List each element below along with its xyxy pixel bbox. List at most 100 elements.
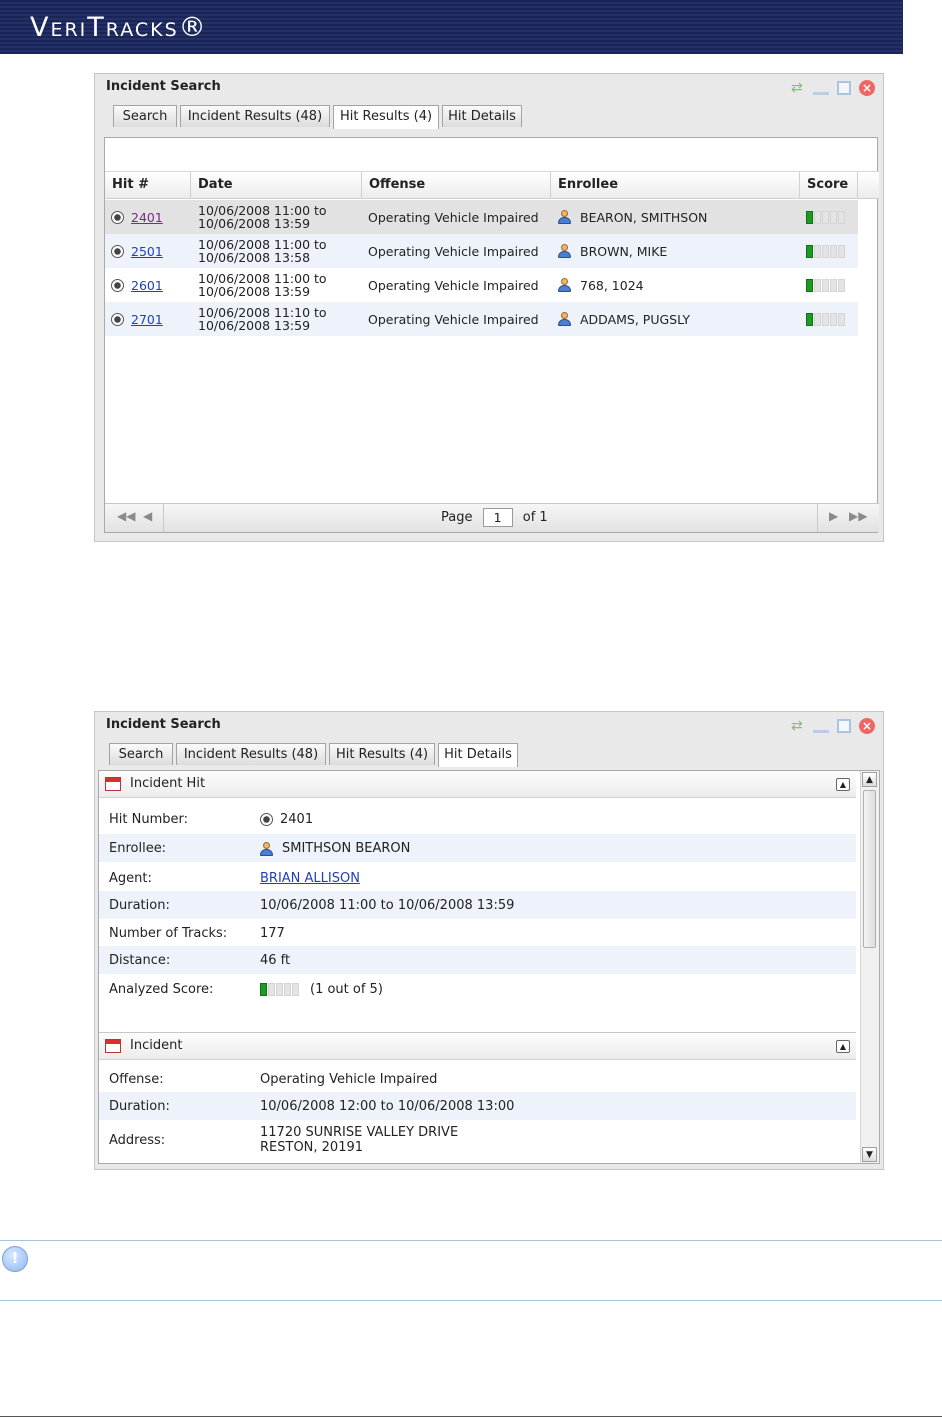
radio-icon[interactable] bbox=[111, 312, 124, 326]
agent-link[interactable]: BRIAN ALLISON bbox=[260, 871, 360, 886]
detail-row: Number of Tracks: 177 bbox=[109, 926, 285, 941]
collapse-icon[interactable]: ▲ bbox=[836, 1040, 850, 1053]
tab-incident-results[interactable]: Incident Results (48) bbox=[176, 743, 326, 765]
section-title: Incident Hit bbox=[130, 776, 206, 791]
tab-hit-details[interactable]: Hit Details bbox=[438, 743, 518, 767]
radio-icon[interactable] bbox=[111, 210, 124, 224]
user-icon bbox=[260, 841, 273, 856]
score-meter bbox=[806, 244, 846, 258]
scroll-down-icon[interactable]: ▼ bbox=[862, 1147, 877, 1162]
detail-row: Address: 11720 SUNRISE VALLEY DRIVE REST… bbox=[109, 1125, 459, 1155]
col-offense[interactable]: Offense bbox=[362, 172, 551, 198]
user-icon bbox=[558, 244, 571, 258]
detail-row: Analyzed Score: (1 out of 5) bbox=[109, 982, 383, 997]
table-row[interactable]: 2401 10/06/2008 11:00 to 10/06/2008 13:59… bbox=[105, 200, 858, 234]
refresh-icon[interactable]: ⇄ bbox=[791, 81, 805, 95]
col-hit[interactable]: Hit # bbox=[105, 172, 191, 198]
radio-icon[interactable] bbox=[111, 244, 124, 258]
hit-link[interactable]: 2601 bbox=[131, 278, 163, 293]
note-icon bbox=[2, 1246, 28, 1272]
offense-cell: Operating Vehicle Impaired bbox=[368, 311, 539, 327]
pager-divider bbox=[817, 504, 818, 532]
page-bottom-rule bbox=[0, 1416, 942, 1417]
hit-details-panel: Incident Hit ▲ Hit Number: 2401 Enrollee… bbox=[98, 770, 880, 1164]
scroll-thumb[interactable] bbox=[863, 790, 876, 948]
hit-link[interactable]: 2401 bbox=[131, 210, 163, 225]
tab-hit-results[interactable]: Hit Results (4) bbox=[333, 105, 439, 129]
page-indicator: Page 1 of 1 bbox=[441, 508, 548, 527]
next-page-icon[interactable]: ▶ bbox=[829, 509, 838, 523]
tab-hit-results[interactable]: Hit Results (4) bbox=[329, 743, 435, 765]
page-input[interactable]: 1 bbox=[482, 508, 513, 527]
radio-icon[interactable] bbox=[111, 278, 124, 292]
window-titlebar[interactable]: Incident Search ⇄ × bbox=[95, 74, 883, 100]
date-range: 10/06/2008 11:00 to 10/06/2008 13:59 bbox=[198, 203, 327, 231]
table-row[interactable]: 2601 10/06/2008 11:00 to 10/06/2008 13:59… bbox=[105, 268, 858, 302]
detail-row: Enrollee: SMITHSON BEARON bbox=[99, 834, 856, 862]
score-meter bbox=[806, 312, 846, 326]
incident-search-window-results: Incident Search ⇄ × Search Incident Resu… bbox=[94, 73, 884, 542]
distance-value: 46 ft bbox=[260, 953, 291, 968]
score-meter bbox=[806, 278, 846, 292]
first-page-icon[interactable]: ◀◀ bbox=[117, 509, 135, 523]
table-row[interactable]: 2501 10/06/2008 11:00 to 10/06/2008 13:58… bbox=[105, 234, 858, 268]
detail-row: Duration: 10/06/2008 12:00 to 10/06/2008… bbox=[99, 1092, 856, 1120]
duration-value: 10/06/2008 11:00 to 10/06/2008 13:59 bbox=[260, 898, 515, 913]
date-range: 10/06/2008 11:00 to 10/06/2008 13:59 bbox=[198, 271, 327, 299]
tab-search[interactable]: Search bbox=[109, 743, 173, 765]
user-icon bbox=[558, 210, 571, 224]
refresh-icon[interactable]: ⇄ bbox=[791, 719, 805, 733]
hit-link[interactable]: 2701 bbox=[131, 312, 163, 327]
offense-cell: Operating Vehicle Impaired bbox=[368, 209, 539, 225]
detail-row: Agent: BRIAN ALLISON bbox=[109, 871, 360, 886]
enrollee-name: ADDAMS, PUGSLY bbox=[580, 311, 691, 327]
maximize-icon[interactable] bbox=[837, 80, 852, 95]
score-meter bbox=[260, 983, 300, 996]
enrollee-name: BROWN, MIKE bbox=[580, 243, 668, 259]
date-range: 10/06/2008 11:10 to 10/06/2008 13:59 bbox=[198, 305, 327, 333]
incident-duration-value: 10/06/2008 12:00 to 10/06/2008 13:00 bbox=[260, 1099, 515, 1114]
col-date[interactable]: Date bbox=[191, 172, 362, 198]
analyzed-score-value: (1 out of 5) bbox=[310, 982, 383, 997]
calendar-icon bbox=[105, 777, 121, 791]
tracks-value: 177 bbox=[260, 926, 285, 941]
banner: VeriTracks® bbox=[0, 0, 903, 54]
user-icon bbox=[558, 278, 571, 292]
tab-search[interactable]: Search bbox=[113, 105, 177, 127]
detail-row: Distance: 46 ft bbox=[99, 946, 856, 974]
vertical-scrollbar[interactable]: ▲ ▼ bbox=[860, 771, 879, 1163]
last-page-icon[interactable]: ▶▶ bbox=[849, 509, 867, 523]
score-meter bbox=[806, 210, 846, 224]
pagination-bar: ◀◀ ◀ Page 1 of 1 ▶ ▶▶ bbox=[105, 503, 879, 532]
collapse-icon[interactable]: ▲ bbox=[836, 778, 850, 791]
enrollee-name: BEARON, SMITHSON bbox=[580, 209, 708, 225]
minimize-icon[interactable] bbox=[813, 719, 830, 733]
note-top-rule bbox=[0, 1240, 942, 1241]
col-score[interactable]: Score bbox=[800, 172, 858, 198]
radio-icon bbox=[260, 813, 273, 826]
enrollee-value: SMITHSON BEARON bbox=[282, 841, 411, 856]
pager-divider bbox=[163, 504, 164, 532]
offense-value: Operating Vehicle Impaired bbox=[260, 1072, 438, 1087]
detail-row: Hit Number: 2401 bbox=[109, 812, 314, 827]
hit-link[interactable]: 2501 bbox=[131, 244, 163, 259]
window-title: Incident Search bbox=[106, 79, 221, 94]
maximize-icon[interactable] bbox=[837, 718, 852, 733]
scroll-up-icon[interactable]: ▲ bbox=[862, 772, 877, 787]
detail-row: Offense: Operating Vehicle Impaired bbox=[109, 1072, 438, 1087]
incident-hit-header: Incident Hit ▲ bbox=[99, 771, 856, 798]
veritracks-logo: VeriTracks® bbox=[30, 12, 208, 43]
offense-cell: Operating Vehicle Impaired bbox=[368, 243, 539, 259]
col-enrollee[interactable]: Enrollee bbox=[551, 172, 800, 198]
minimize-icon[interactable] bbox=[813, 81, 830, 95]
tab-hit-details[interactable]: Hit Details bbox=[442, 105, 522, 127]
incident-header: Incident ▲ bbox=[99, 1032, 856, 1060]
prev-page-icon[interactable]: ◀ bbox=[143, 509, 152, 523]
close-icon[interactable]: × bbox=[859, 79, 875, 96]
hit-results-panel: Hit # Date Offense Enrollee Score 2401 1… bbox=[104, 137, 879, 533]
tab-incident-results[interactable]: Incident Results (48) bbox=[180, 105, 330, 127]
window-titlebar[interactable]: Incident Search ⇄ × bbox=[95, 712, 883, 738]
close-icon[interactable]: × bbox=[859, 717, 875, 734]
table-row[interactable]: 2701 10/06/2008 11:10 to 10/06/2008 13:59… bbox=[105, 302, 858, 336]
address-value: 11720 SUNRISE VALLEY DRIVE RESTON, 20191 bbox=[260, 1125, 459, 1155]
